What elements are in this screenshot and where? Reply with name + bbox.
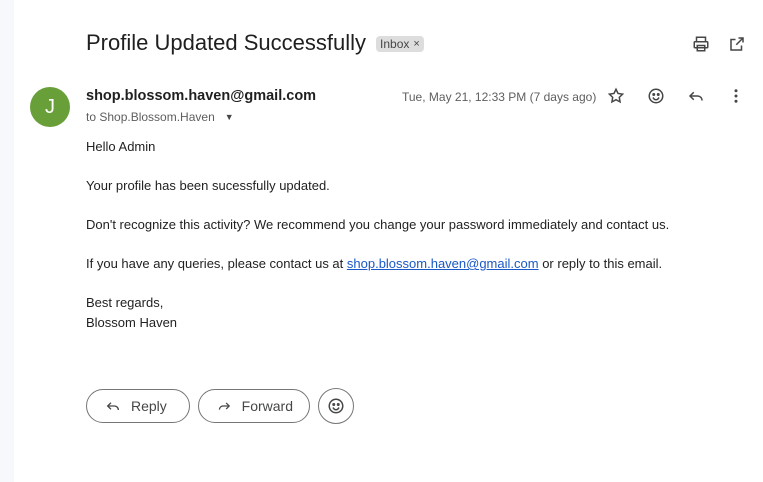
- body-line-3: If you have any queries, please contact …: [86, 254, 669, 274]
- signature: Blossom Haven: [86, 315, 178, 330]
- reply-button[interactable]: Reply: [86, 389, 190, 423]
- signoff: Best regards,: [86, 295, 164, 310]
- contact-email-link[interactable]: shop.blossom.haven@gmail.com: [347, 256, 539, 271]
- smiley-icon: [328, 398, 344, 414]
- email-subject: Profile Updated Successfully: [86, 30, 367, 55]
- emoji-reaction-button[interactable]: [318, 388, 354, 424]
- show-details-caret-icon[interactable]: ▼: [225, 112, 234, 122]
- forward-button-label: Forward: [241, 398, 293, 414]
- open-in-new-window-icon[interactable]: [727, 34, 747, 54]
- reply-icon[interactable]: [686, 86, 706, 106]
- more-vert-icon[interactable]: [726, 86, 746, 106]
- greeting: Hello Admin: [86, 139, 156, 154]
- inbox-label-chip[interactable]: Inbox ×: [376, 36, 424, 52]
- body-line-1: Your profile has been sucessfully update…: [86, 178, 330, 193]
- star-icon[interactable]: [606, 86, 626, 106]
- body-line-3-prefix: If you have any queries, please contact …: [86, 256, 347, 271]
- forward-arrow-icon: [218, 402, 231, 410]
- sender-email[interactable]: shop.blossom.haven@gmail.com: [86, 88, 316, 104]
- subject-row: Profile Updated Successfully Inbox ×: [86, 30, 424, 56]
- email-body: Hello Admin Your profile has been sucess…: [86, 137, 669, 333]
- recipient-line: to Shop.Blossom.Haven ▼: [86, 110, 234, 124]
- print-icon[interactable]: [691, 34, 711, 54]
- bottom-actions: Reply Forward: [86, 388, 354, 424]
- recipient-text: to Shop.Blossom.Haven: [86, 110, 215, 124]
- forward-button[interactable]: Forward: [198, 389, 310, 423]
- message-actions: [606, 86, 746, 106]
- email-date: Tue, May 21, 12:33 PM (7 days ago): [402, 90, 597, 104]
- remove-label-icon[interactable]: ×: [413, 38, 419, 50]
- body-line-3-suffix: or reply to this email.: [538, 256, 663, 271]
- reply-button-label: Reply: [131, 398, 167, 414]
- email-view: Profile Updated Successfully Inbox × J s…: [14, 0, 763, 482]
- avatar[interactable]: J: [30, 87, 70, 127]
- reply-arrow-icon: [106, 402, 119, 411]
- body-line-2: Don't recognize this activity? We recomm…: [86, 217, 670, 232]
- emoji-reaction-icon[interactable]: [646, 86, 666, 106]
- avatar-letter: J: [45, 95, 55, 118]
- label-text: Inbox: [380, 37, 410, 51]
- top-toolbar: [691, 34, 747, 54]
